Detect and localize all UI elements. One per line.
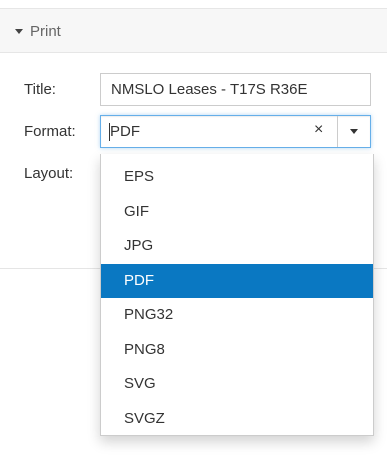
dropdown-toggle-icon[interactable] (350, 129, 358, 134)
layout-label: Layout: (24, 165, 74, 182)
format-dropdown-list: EPS GIF JPG PDF PNG32 PNG8 SVG SVGZ (100, 154, 374, 436)
format-option-png32[interactable]: PNG32 (101, 298, 373, 333)
format-option-eps[interactable]: EPS (101, 160, 373, 195)
title-label: Title: (24, 81, 56, 98)
clear-icon[interactable]: × (314, 121, 323, 139)
caret-down-icon[interactable] (15, 29, 23, 34)
format-label: Format: (24, 123, 76, 140)
print-panel-header[interactable]: Print (0, 8, 387, 53)
select-divider (337, 116, 338, 147)
format-option-jpg[interactable]: JPG (101, 229, 373, 264)
format-option-svg[interactable]: SVG (101, 367, 373, 402)
format-option-svgz[interactable]: SVGZ (101, 402, 373, 437)
format-option-png8[interactable]: PNG8 (101, 333, 373, 368)
format-option-pdf[interactable]: PDF (101, 263, 373, 298)
panel-title: Print (30, 23, 61, 40)
title-input[interactable] (100, 73, 371, 106)
format-value[interactable]: PDF (110, 123, 140, 140)
format-option-gif[interactable]: GIF (101, 195, 373, 230)
format-select[interactable]: PDF × (100, 115, 371, 148)
print-panel: Print Title: Format: PDF × Layout: EPS G… (0, 0, 387, 466)
